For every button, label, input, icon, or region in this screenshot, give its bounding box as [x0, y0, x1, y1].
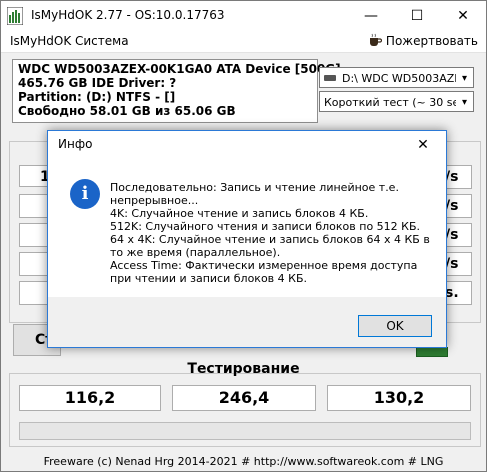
result-1: 116,2	[19, 385, 161, 411]
drive-size: 465.76 GB IDE Driver: ?	[18, 76, 177, 90]
chevron-down-icon[interactable]: ▾	[456, 68, 473, 87]
dialog-title: Инфо	[58, 137, 93, 151]
maximize-button[interactable]: ☐	[394, 1, 440, 31]
dialog-line: 512K: Случайного чтения и записи блоков …	[110, 220, 421, 233]
drive-free-space: Свободно 58.01 GB из 65.06 GB	[18, 104, 236, 118]
menu-system[interactable]: Система	[75, 34, 129, 48]
testing-label: Тестирование	[187, 361, 300, 377]
test-mode-select[interactable]: Короткий тест (~ 30 sec) ▾	[319, 91, 474, 112]
bench-unit-row3: /s	[444, 223, 472, 247]
ok-button[interactable]: OK	[358, 315, 432, 337]
dialog-line: Access Time: Фактически измеренное время…	[110, 259, 418, 285]
dialog-title-bar[interactable]: Инфо ✕	[48, 131, 446, 159]
bench-unit-row1: /s	[444, 165, 472, 189]
minimize-button[interactable]: —	[348, 1, 394, 31]
donate-label: Пожертвовать	[385, 34, 478, 48]
result-2: 246,4	[172, 385, 316, 411]
drive-select[interactable]: D:\ WDC WD5003AZEX ▾	[319, 67, 474, 88]
test-mode-value: Короткий тест (~ 30 sec)	[324, 96, 470, 109]
drive-icon	[324, 75, 336, 81]
menu-bar: IsMyHdOK Система Пожертвовать	[1, 31, 486, 53]
app-icon	[7, 7, 23, 25]
info-icon: i	[70, 179, 100, 209]
drive-partition: Partition: (D:) NTFS - []	[18, 90, 176, 104]
result-3: 130,2	[327, 385, 471, 411]
title-bar[interactable]: IsMyHdOK 2.77 - OS:10.0.17763 — ☐ ✕	[1, 1, 486, 31]
status-bar[interactable]: Freeware (c) Nenad Hrg 2014-2021 # http:…	[1, 453, 486, 471]
donate-button[interactable]: Пожертвовать	[368, 33, 478, 48]
dialog-line: 64 x 4K: Случайное чтение и запись блоко…	[110, 233, 430, 259]
bench-unit-row2: /s	[444, 194, 472, 218]
chevron-down-icon[interactable]: ▾	[456, 92, 473, 111]
dialog-close-button[interactable]: ✕	[400, 131, 446, 159]
dialog-message: Последовательно: Запись и чтение линейно…	[110, 181, 430, 285]
dialog-line: Последовательно: Запись и чтение линейно…	[110, 181, 399, 207]
dialog-body: i Последовательно: Запись и чтение линей…	[48, 159, 446, 297]
status-indicator	[416, 347, 448, 357]
drive-model: WDC WD5003AZEX-00K1GA0 ATA Device [500G]	[18, 62, 341, 76]
dialog-line: 4K: Случайное чтение и запись блоков 4 К…	[110, 207, 369, 220]
progress-bar	[19, 422, 471, 440]
bench-unit-row5: s.	[444, 281, 472, 305]
info-dialog: Инфо ✕ i Последовательно: Запись и чтени…	[47, 130, 447, 348]
dialog-footer: OK	[48, 297, 446, 347]
window-title: IsMyHdOK 2.77 - OS:10.0.17763	[31, 8, 225, 22]
coffee-cup-icon	[369, 33, 382, 46]
main-window: IsMyHdOK 2.77 - OS:10.0.17763 — ☐ ✕ IsMy…	[0, 0, 487, 472]
bench-unit-row4: /s	[444, 252, 472, 276]
drive-info-panel: WDC WD5003AZEX-00K1GA0 ATA Device [500G]…	[12, 59, 341, 123]
menu-ismyhdok[interactable]: IsMyHdOK	[10, 34, 71, 48]
drive-select-value: D:\ WDC WD5003AZEX	[342, 72, 469, 85]
close-button[interactable]: ✕	[440, 1, 486, 31]
